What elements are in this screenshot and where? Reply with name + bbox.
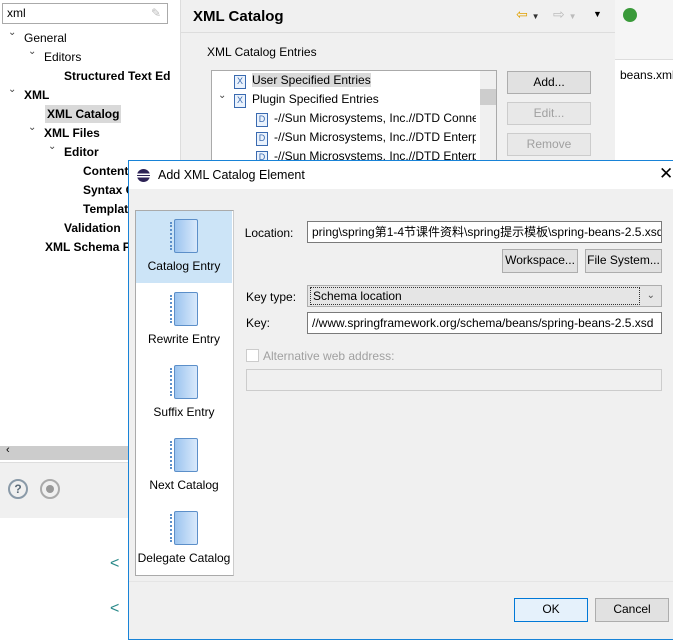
alternative-web-address-label: Alternative web address: — [263, 349, 395, 363]
entry-label: -//Sun Microsystems, Inc.//DTD Enterp — [274, 130, 476, 144]
help-icon[interactable]: ? — [8, 479, 28, 499]
entry-label: User Specified Entries — [252, 73, 371, 87]
catalog-entry[interactable]: D -//Sun Microsystems, Inc.//DTD Conne — [256, 111, 476, 127]
nav-suffix-entry[interactable]: Suffix Entry — [136, 357, 232, 429]
nav-label: Next Catalog — [149, 478, 219, 492]
expand-chevron-icon[interactable]: ⌄ — [28, 46, 36, 57]
alternative-web-address-input[interactable] — [246, 369, 662, 391]
element-type-nav: Catalog Entry Rewrite Entry Suffix Entry Ne… — [135, 210, 234, 576]
nav-next-catalog[interactable]: Next Catalog — [136, 430, 232, 502]
key-type-label: Key type: — [246, 290, 297, 304]
filter-input[interactable]: xml ✎ — [2, 3, 168, 24]
suffix-entry-icon — [168, 363, 200, 403]
expand-chevron-icon[interactable]: ⌄ — [48, 141, 56, 152]
import-icon[interactable] — [40, 479, 60, 499]
horizontal-scrollbar[interactable]: ‹ — [0, 444, 128, 460]
entry-label: Plugin Specified Entries — [252, 92, 379, 106]
eclipse-icon — [137, 169, 150, 182]
pref-footer: ? — [0, 462, 128, 518]
tree-item[interactable]: Validation — [64, 219, 121, 237]
location-label: LLocation: — [244, 226, 294, 240]
entry-label: -//Sun Microsystems, Inc.//DTD Conne — [274, 111, 476, 125]
xml-catalog-page: XML Catalog ⇦ ▼ ⇨ ▼ ▼ XML Catalog Entrie… — [180, 0, 616, 170]
dialog-titlebar: Add XML Catalog Element ✕ — [129, 161, 673, 189]
cancel-button[interactable]: Cancel — [595, 598, 669, 622]
page-title: XML Catalog — [193, 8, 284, 25]
filter-text: xml — [7, 6, 26, 20]
nav-label: Suffix Entry — [153, 405, 215, 419]
nav-label: Rewrite Entry — [147, 332, 221, 346]
catalog-entry-icon — [168, 217, 200, 257]
add-button[interactable]: Add... — [507, 71, 591, 94]
add-xml-catalog-element-dialog: Add XML Catalog Element ✕ Catalog Entry R… — [128, 160, 673, 640]
tree-item[interactable]: XML Files — [44, 124, 100, 142]
workspace-button[interactable]: Workspace... — [502, 249, 578, 273]
vertical-scrollbar[interactable] — [480, 71, 496, 169]
tree-item[interactable]: Syntax C — [83, 181, 134, 199]
nav-delegate-catalog[interactable]: Delegate Catalog — [136, 503, 232, 575]
nav-rewrite-entry[interactable]: Rewrite Entry — [136, 284, 232, 356]
location-input[interactable]: pring\spring第1-4节课件资料\spring提示模板\spring-… — [307, 221, 662, 243]
tree-item[interactable]: XML Schema Fi — [45, 238, 133, 256]
tree-item[interactable]: General — [24, 29, 67, 47]
expand-chevron-icon[interactable]: ⌄ — [28, 122, 36, 133]
editor-tab[interactable]: beans.xml — [620, 68, 673, 82]
main-toolbar — [615, 0, 673, 60]
remove-button[interactable]: Remove — [507, 133, 591, 156]
catalog-icon: X — [234, 75, 246, 89]
catalog-entries-tree[interactable]: X User Specified Entries X Plugin Specified… — [211, 70, 497, 170]
tree-item[interactable]: XML — [24, 86, 49, 104]
expand-chevron-icon[interactable]: ⌄ — [218, 90, 226, 101]
chevron-down-icon: ⌄ — [646, 290, 655, 301]
catalog-entry[interactable]: X Plugin Specified Entries — [234, 92, 474, 108]
catalog-entry[interactable]: D -//Sun Microsystems, Inc.//DTD Enterp — [256, 130, 476, 146]
group-label: XML Catalog Entries — [207, 45, 317, 59]
tree-item[interactable]: Templat — [83, 200, 128, 218]
clear-icon[interactable]: ✎ — [151, 6, 161, 20]
close-icon[interactable]: ✕ — [659, 164, 673, 184]
ok-button[interactable]: OK — [514, 598, 588, 622]
back-icon[interactable]: ⇦ ▼ — [516, 6, 540, 23]
tree-item[interactable]: Structured Text Ed — [64, 67, 170, 85]
expand-chevron-icon[interactable]: ⌄ — [8, 84, 16, 95]
edit-button[interactable]: Edit... — [507, 102, 591, 125]
tree-item[interactable]: Content — [83, 162, 128, 180]
forward-icon[interactable]: ⇨ ▼ — [553, 6, 577, 23]
key-type-value: Schema location — [310, 287, 640, 305]
dtd-file-icon: D — [256, 132, 268, 146]
catalog-icon: X — [234, 94, 246, 108]
code-bracket-icon: < — [110, 600, 120, 617]
code-bracket-icon: < — [110, 555, 120, 572]
nav-label: Catalog Entry — [147, 259, 221, 273]
expand-chevron-icon[interactable]: ⌄ — [8, 27, 16, 38]
key-type-select[interactable]: Schema location ⌄ — [307, 285, 662, 307]
alternative-web-address-checkbox[interactable] — [246, 349, 259, 362]
next-catalog-icon — [168, 436, 200, 476]
nav-catalog-entry[interactable]: Catalog Entry — [136, 211, 232, 283]
run-icon[interactable] — [623, 8, 637, 22]
key-label: Key: — [246, 316, 271, 330]
file-system-button[interactable]: File System... — [585, 249, 662, 273]
catalog-entry[interactable]: X User Specified Entries — [234, 73, 474, 89]
dialog-title: Add XML Catalog Element — [158, 168, 305, 182]
key-input[interactable]: //www.springframework.org/schema/beans/s… — [307, 312, 662, 334]
tree-item[interactable]: Editors — [44, 48, 81, 66]
dtd-file-icon: D — [256, 113, 268, 127]
rewrite-entry-icon — [168, 290, 200, 330]
tree-item[interactable]: Editor — [64, 143, 99, 161]
delegate-catalog-icon — [168, 509, 200, 549]
tree-item[interactable]: XML Catalog — [45, 105, 122, 123]
view-menu-icon[interactable]: ▼ — [593, 9, 602, 19]
nav-label: Delegate Catalog — [137, 551, 231, 565]
